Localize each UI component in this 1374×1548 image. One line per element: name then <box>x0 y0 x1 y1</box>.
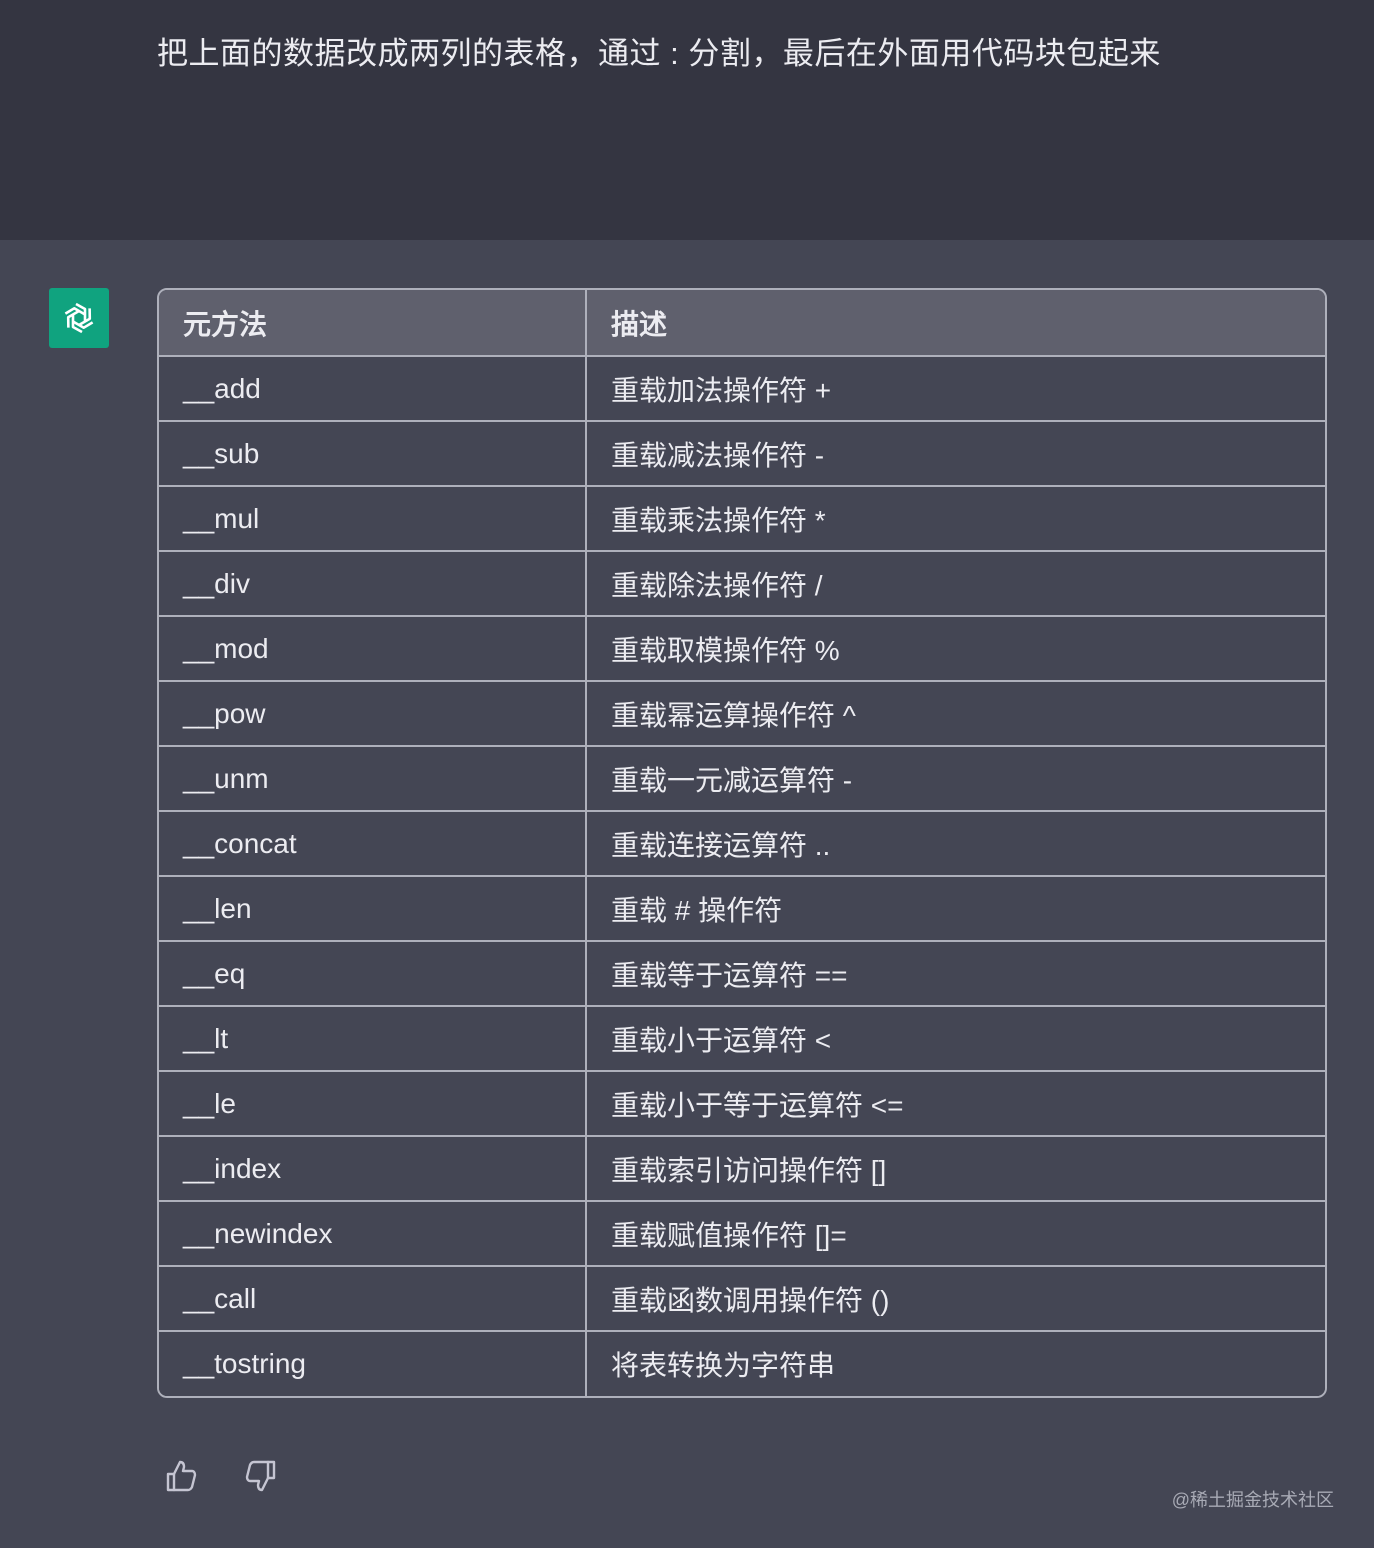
metamethod-cell: __sub <box>159 421 587 487</box>
metamethod-cell: __lt <box>159 1006 587 1072</box>
description-cell: 重载除法操作符 / <box>586 551 1325 617</box>
header-description: 描述 <box>586 290 1325 357</box>
user-message-block: 把上面的数据改成两列的表格，通过 : 分割，最后在外面用代码块包起来 <box>0 0 1374 240</box>
metamethod-cell: __div <box>159 551 587 617</box>
table-row: __le 重载小于等于运算符 <= <box>159 1071 1325 1137</box>
thumbs-down-button[interactable] <box>244 1456 278 1496</box>
table-row: __call 重载函数调用操作符 () <box>159 1266 1325 1332</box>
openai-logo-icon <box>64 302 94 334</box>
description-cell: 重载 # 操作符 <box>586 876 1325 942</box>
assistant-avatar <box>49 288 109 348</box>
description-cell: 重载连接运算符 .. <box>586 811 1325 877</box>
description-cell: 重载加法操作符 + <box>586 356 1325 422</box>
description-cell: 将表转换为字符串 <box>586 1331 1325 1396</box>
description-cell: 重载等于运算符 == <box>586 941 1325 1007</box>
metamethod-cell: __tostring <box>159 1331 587 1396</box>
watermark: @稀土掘金技术社区 <box>1171 1490 1334 1510</box>
metamethod-cell: __add <box>159 356 587 422</box>
table-row: __concat 重载连接运算符 .. <box>159 811 1325 877</box>
table-row: __len 重载 # 操作符 <box>159 876 1325 942</box>
description-cell: 重载赋值操作符 []= <box>586 1201 1325 1267</box>
table-row: __unm 重载一元减运算符 - <box>159 746 1325 812</box>
table-row: __mod 重载取模操作符 % <box>159 616 1325 682</box>
table-row: __pow 重载幂运算操作符 ^ <box>159 681 1325 747</box>
table-row: __index 重载索引访问操作符 [] <box>159 1136 1325 1202</box>
metamethod-cell: __unm <box>159 746 587 812</box>
metamethod-cell: __concat <box>159 811 587 877</box>
table-row: __add 重载加法操作符 + <box>159 356 1325 422</box>
metamethod-cell: __le <box>159 1071 587 1137</box>
metamethod-cell: __len <box>159 876 587 942</box>
metamethod-cell: __call <box>159 1266 587 1332</box>
user-message-text: 把上面的数据改成两列的表格，通过 : 分割，最后在外面用代码块包起来 <box>157 36 1161 71</box>
table-row: __lt 重载小于运算符 < <box>159 1006 1325 1072</box>
thumbs-up-button[interactable] <box>164 1456 198 1496</box>
description-cell: 重载函数调用操作符 () <box>586 1266 1325 1332</box>
description-cell: 重载索引访问操作符 [] <box>586 1136 1325 1202</box>
metamethod-cell: __eq <box>159 941 587 1007</box>
table-row: __newindex 重载赋值操作符 []= <box>159 1201 1325 1267</box>
table-header-row: 元方法 描述 <box>159 290 1325 357</box>
table-row: __sub 重载减法操作符 - <box>159 421 1325 487</box>
metamethod-cell: __mul <box>159 486 587 552</box>
metamethod-cell: __index <box>159 1136 587 1202</box>
table-row: __tostring 将表转换为字符串 <box>159 1331 1325 1396</box>
description-cell: 重载小于等于运算符 <= <box>586 1071 1325 1137</box>
table-row: __mul 重载乘法操作符 * <box>159 486 1325 552</box>
table-row: __div 重载除法操作符 / <box>159 551 1325 617</box>
description-cell: 重载幂运算操作符 ^ <box>586 681 1325 747</box>
method-table: 元方法 描述 __add 重载加法操作符 + __sub 重载减法操作符 - __mul… <box>157 288 1327 1398</box>
description-cell: 重载小于运算符 < <box>586 1006 1325 1072</box>
table-row: __eq 重载等于运算符 == <box>159 941 1325 1007</box>
header-metamethod: 元方法 <box>159 290 587 357</box>
metamethod-cell: __mod <box>159 616 587 682</box>
description-cell: 重载一元减运算符 - <box>586 746 1325 812</box>
description-cell: 重载减法操作符 - <box>586 421 1325 487</box>
thumbs-down-icon <box>245 1460 276 1492</box>
thumbs-up-icon <box>166 1460 197 1492</box>
metamethod-cell: __pow <box>159 681 587 747</box>
description-cell: 重载取模操作符 % <box>586 616 1325 682</box>
description-cell: 重载乘法操作符 * <box>586 486 1325 552</box>
metamethod-cell: __newindex <box>159 1201 587 1267</box>
